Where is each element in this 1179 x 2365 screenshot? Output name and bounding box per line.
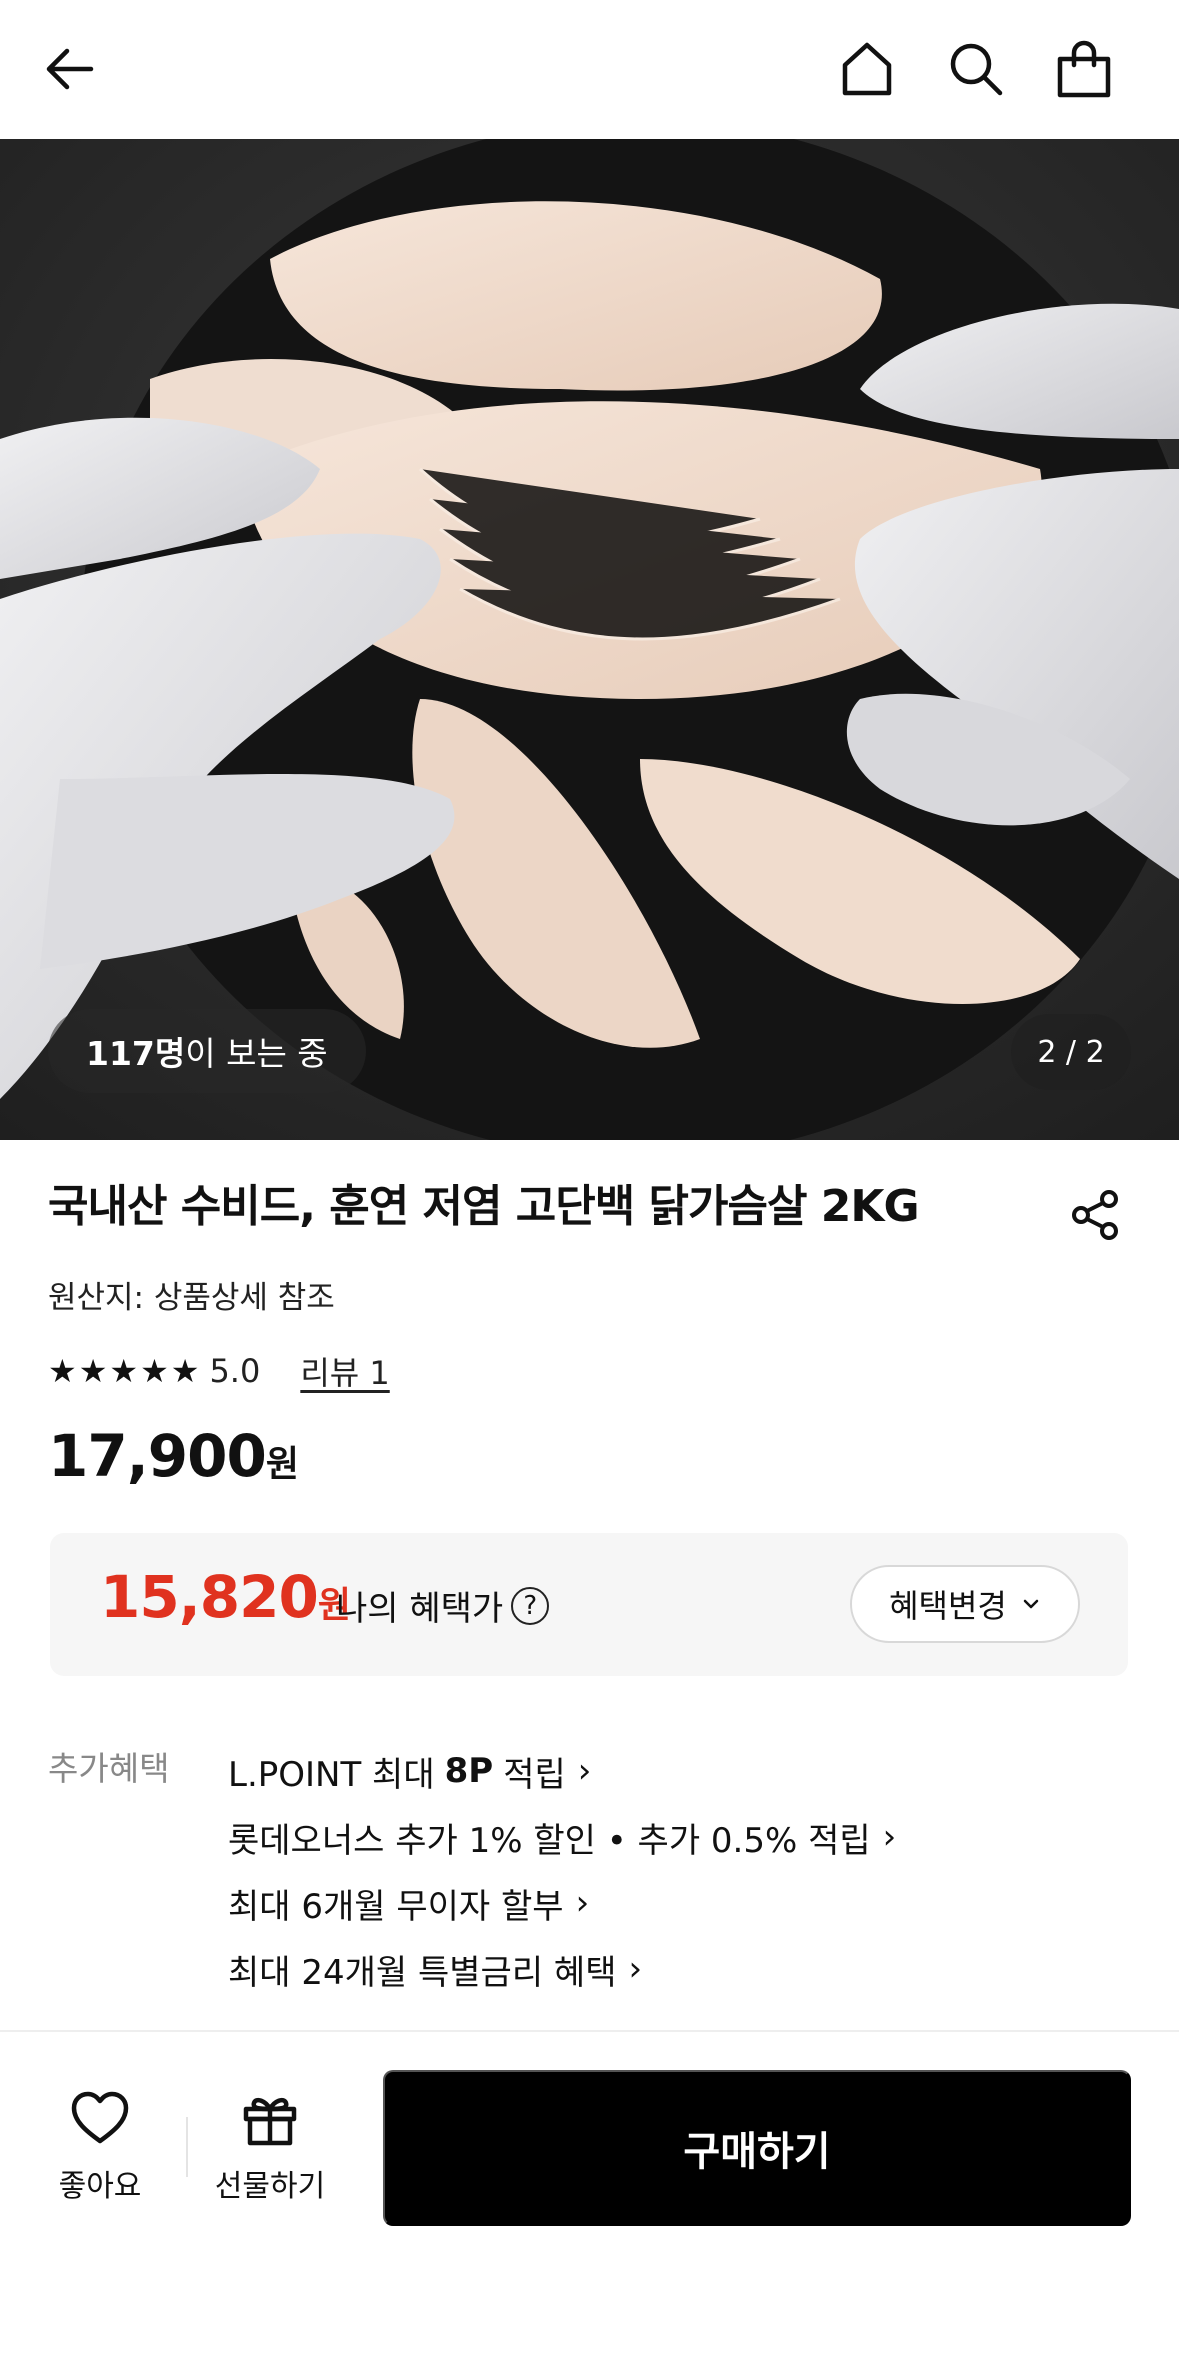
extra-benefit-bold: 8P <box>444 1751 494 1791</box>
shopping-bag-icon <box>1057 40 1111 98</box>
search-button[interactable] <box>933 26 1019 112</box>
share-icon <box>1072 1190 1118 1240</box>
star-icon: ★ <box>140 1352 169 1390</box>
viewers-suffix: 이 보는 중 <box>185 1034 328 1073</box>
extra-benefit-installment[interactable]: 최대 6개월 무이자 할부 › <box>228 1870 896 1936</box>
chevron-down-icon <box>1023 1599 1039 1609</box>
extra-benefit-text: L.POINT 최대 <box>228 1754 435 1795</box>
extra-benefit-special-rate[interactable]: 최대 24개월 특별금리 혜택 › <box>228 1936 896 2002</box>
product-page: 117명 이 보는 중 2 / 2 국내산 수비드, 훈연 저염 고단백 닭가슴… <box>0 0 1179 2365</box>
chevron-right-icon: › <box>628 1949 643 1989</box>
benefit-price-value: 15,820 <box>100 1563 319 1631</box>
benefit-price: 15,820원 <box>100 1563 351 1631</box>
image-pager: 2 / 2 <box>1011 1014 1131 1090</box>
bottom-action-bar: 좋아요 선물하기 구매하기 <box>0 2032 1179 2365</box>
help-icon[interactable]: ? <box>511 1586 550 1625</box>
star-icon: ★ <box>48 1352 77 1390</box>
rating-stars: ★ ★ ★ ★ ★ <box>48 1355 199 1387</box>
change-benefit-label: 혜택변경 <box>889 1587 1007 1625</box>
home-icon <box>842 42 892 96</box>
extra-benefit-text: 최대 6개월 무이자 할부 <box>228 1886 564 1927</box>
product-origin: 원산지: 상품상세 참조 <box>48 1280 335 1316</box>
buy-button[interactable]: 구매하기 <box>383 2070 1131 2226</box>
extra-benefit-lotte-owners[interactable]: 롯데오너스 추가 1% 할인 • 추가 0.5% 적립 › <box>228 1804 896 1870</box>
home-button[interactable] <box>824 26 910 112</box>
extra-benefit-lpoint[interactable]: L.POINT 최대 8P 적립 › <box>228 1738 896 1804</box>
extra-benefit-text: 최대 24개월 특별금리 혜택 <box>228 1952 617 1993</box>
gift-icon <box>243 2097 297 2146</box>
gift-button[interactable]: 선물하기 <box>200 2087 340 2217</box>
benefit-price-box: 15,820원 나의 혜택가 ? 혜택변경 <box>50 1533 1128 1676</box>
star-icon: ★ <box>170 1352 200 1390</box>
action-separator <box>186 2117 188 2177</box>
star-icon: ★ <box>78 1352 108 1390</box>
arrow-left-icon <box>46 48 94 90</box>
search-icon <box>950 43 1003 96</box>
extra-benefits-label: 추가혜택 <box>48 1749 170 1788</box>
chevron-right-icon: › <box>882 1817 897 1857</box>
top-bar <box>0 0 1179 139</box>
extra-benefits-list: L.POINT 최대 8P 적립 › 롯데오너스 추가 1% 할인 • 추가 0… <box>228 1738 896 2002</box>
viewers-count: 117명 <box>86 1034 186 1073</box>
price-value: 17,900 <box>48 1422 267 1490</box>
viewers-badge: 117명 이 보는 중 <box>48 1009 366 1093</box>
review-link[interactable]: 리뷰 1 <box>300 1348 389 1394</box>
price-unit: 원 <box>265 1444 299 1485</box>
like-label: 좋아요 <box>58 2169 142 2204</box>
change-benefit-button[interactable]: 혜택변경 <box>850 1565 1080 1643</box>
extra-benefit-text: 롯데오너스 추가 1% 할인 • 추가 0.5% 적립 <box>228 1820 871 1861</box>
extra-benefit-after: 적립 <box>503 1754 566 1795</box>
heart-icon <box>71 2091 129 2144</box>
back-button[interactable] <box>28 26 114 112</box>
product-title: 국내산 수비드, 훈연 저염 고단백 닭가슴살 2KG <box>48 1181 920 1232</box>
cart-button[interactable] <box>1041 26 1127 112</box>
product-image[interactable]: 117명 이 보는 중 2 / 2 <box>0 139 1179 1140</box>
chevron-right-icon: › <box>577 1751 592 1791</box>
product-photo <box>0 139 1179 1140</box>
rating-row: ★ ★ ★ ★ ★ 5.0 리뷰 1 <box>48 1348 390 1394</box>
star-icon: ★ <box>109 1352 139 1390</box>
product-price: 17,900원 <box>48 1422 299 1490</box>
rating-score: 5.0 <box>209 1352 261 1390</box>
share-button[interactable] <box>1060 1180 1130 1250</box>
benefit-label-row: 나의 혜택가 ? <box>336 1581 550 1630</box>
chevron-right-icon: › <box>575 1883 590 1923</box>
benefit-label: 나의 혜택가 <box>336 1589 504 1629</box>
gift-label: 선물하기 <box>214 2169 326 2204</box>
like-button[interactable]: 좋아요 <box>40 2087 160 2217</box>
